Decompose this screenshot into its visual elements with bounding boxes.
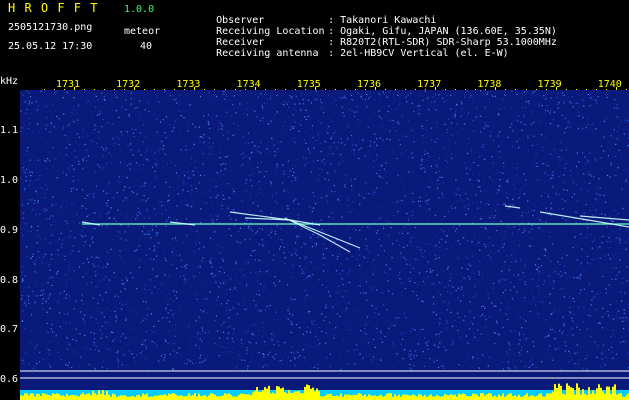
frequency-tick-label: 0.9: [0, 225, 19, 236]
time-tick-label: 1740: [597, 79, 622, 90]
timestamp: 25.05.12 17:30: [8, 41, 93, 52]
info-value: Takanori Kawachi: [340, 15, 437, 26]
frequency-tick-label: 0.6: [0, 374, 19, 385]
info-label: Observer: [216, 15, 265, 26]
time-tick-label: 1731: [55, 79, 81, 90]
time-tick-label: 1732: [116, 79, 141, 90]
info-label: Receiving antenna: [216, 48, 319, 59]
frequency-tick-label: 0.7: [0, 324, 19, 335]
colon: :: [328, 26, 335, 37]
spectrum-background: [20, 90, 629, 400]
info-label: Receiving Location: [216, 26, 325, 37]
time-tick-label: 1737: [417, 79, 442, 90]
time-tick-label: 1735: [296, 79, 321, 90]
time-tick-label: 1739: [537, 79, 562, 90]
spectrogram: [20, 90, 629, 400]
app-version: 1.0.0: [124, 4, 155, 15]
info-value: R820T2(RTL-SDR) SDR-Sharp 53.1000MHz: [340, 37, 557, 48]
app-name: H R O F F T: [8, 1, 99, 15]
frequency-tick-label: 1.0: [0, 175, 19, 186]
info-row-observer: Observer: Takanori Kawachi: [180, 4, 557, 26]
time-tick-label: 1738: [477, 79, 502, 90]
info-value: 2el-HB9CV Vertical (el. E-W): [340, 48, 509, 59]
hrofft-window: H R O F F T 1.0.0 2505121730.png meteor …: [0, 0, 629, 400]
info-label: Receiver: [216, 37, 265, 48]
colon: :: [328, 37, 335, 48]
time-tick-label: 1733: [176, 79, 201, 90]
station-info: Observer: Takanori Kawachi Receiving Loca…: [180, 4, 557, 59]
spectrogram-plot: [20, 90, 629, 400]
colon: :: [328, 48, 335, 59]
frequency-tick-label: 0.8: [0, 275, 19, 286]
time-tick-label: 1734: [236, 79, 261, 90]
colon: :: [328, 15, 335, 26]
meteor-count: 40: [140, 41, 153, 52]
filename: 2505121730.png: [8, 22, 93, 33]
meteor-label: meteor: [124, 26, 161, 37]
frequency-unit-label: kHz: [0, 76, 19, 87]
frequency-tick-label: 1.1: [0, 125, 19, 136]
info-value: Ogaki, Gifu, JAPAN (136.60E, 35.35N): [340, 26, 557, 37]
time-tick-label: 1736: [356, 79, 382, 90]
